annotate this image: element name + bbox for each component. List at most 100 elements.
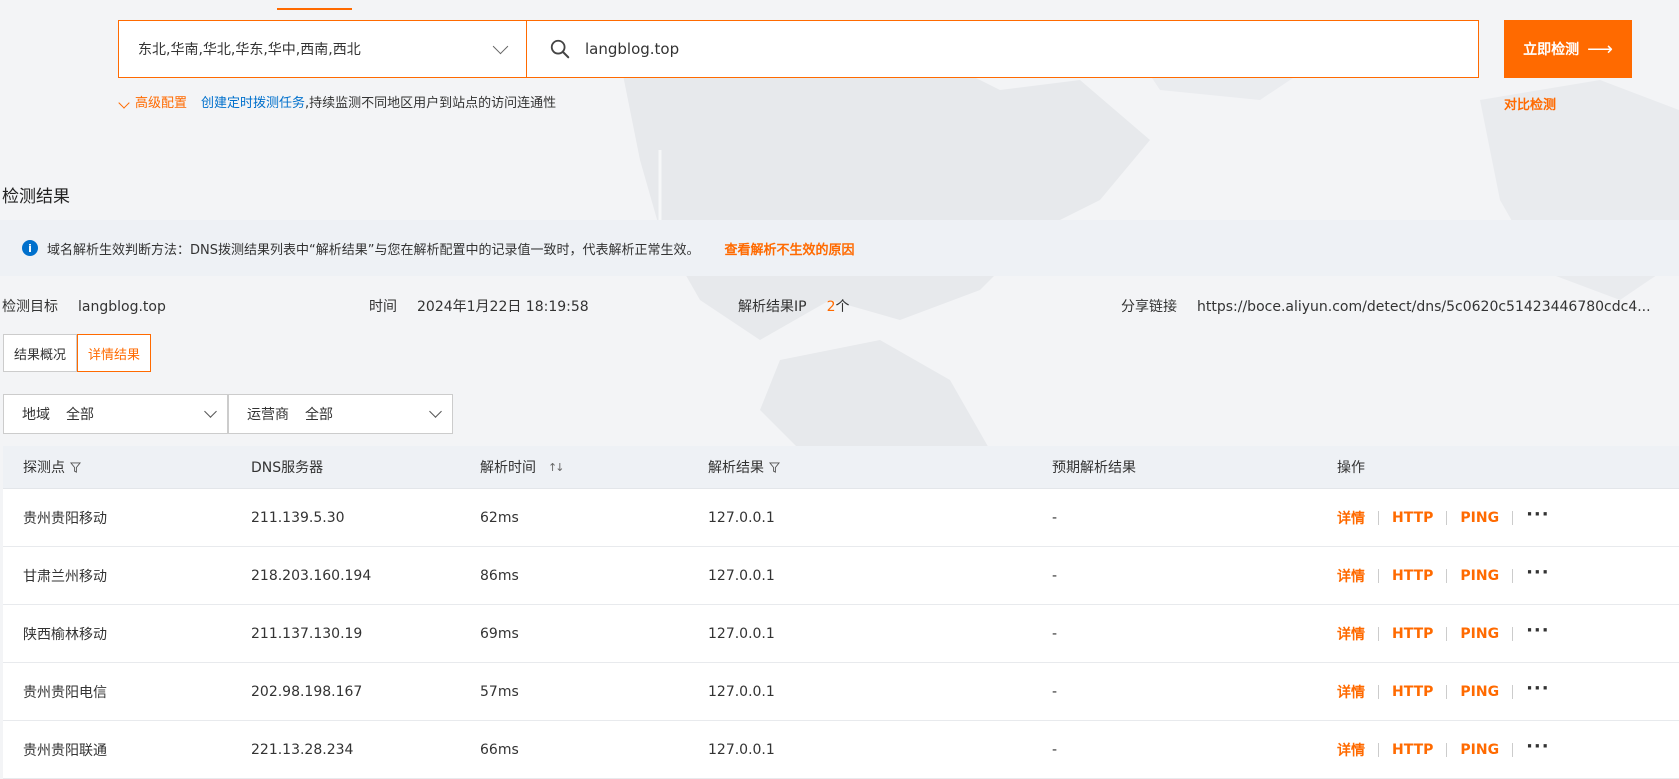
divider [1512,742,1514,757]
more-icon[interactable]: ··· [1526,504,1550,525]
more-icon[interactable]: ··· [1526,562,1550,583]
http-link[interactable]: HTTP [1392,568,1433,584]
results-section-title: 检测结果 [2,187,70,207]
compare-detect-link[interactable]: 对比检测 [1504,94,1556,113]
view-reason-link[interactable]: 查看解析不生效的原因 [724,239,854,258]
divider [1378,742,1379,757]
http-link[interactable]: HTTP [1392,510,1433,526]
filter-icon[interactable] [70,461,81,473]
detail-link[interactable]: 详情 [1337,624,1365,644]
cell-dns-server: 211.139.5.30 [251,509,345,526]
table-row: 贵州贵阳联通 221.13.28.234 66ms 127.0.0.1 - 详情… [3,721,1679,779]
meta-ip-label: 解析结果IP [738,299,807,315]
isp-filter-value: 全部 [305,407,333,423]
cell-resolve-time: 57ms [480,683,519,700]
cell-resolve-result: 127.0.0.1 [708,625,775,642]
row-actions: 详情 HTTP PING ··· [1337,721,1550,778]
filter-icon[interactable] [769,461,780,473]
tab-overview[interactable]: 结果概况 [3,334,78,372]
http-link[interactable]: HTTP [1392,626,1433,642]
divider [1378,626,1379,641]
more-icon[interactable]: ··· [1526,620,1550,641]
http-link[interactable]: HTTP [1392,684,1433,700]
isp-filter[interactable]: 运营商 全部 [228,394,453,434]
cell-dns-server: 202.98.198.167 [251,683,363,700]
divider [1512,684,1514,699]
region-filter[interactable]: 地域 全部 [3,394,228,434]
divider [1378,510,1379,525]
cell-probe: 贵州贵阳电信 [23,684,107,701]
http-link[interactable]: HTTP [1392,742,1433,758]
cell-resolve-time: 86ms [480,567,519,584]
region-select-value: 东北,华南,华北,华东,华中,西南,西北 [138,42,361,58]
divider [1446,742,1448,757]
ping-link[interactable]: PING [1460,742,1499,758]
chevron-down-icon [204,405,217,418]
detect-now-button[interactable]: 立即检测 ⟶ [1504,20,1632,78]
cell-probe: 贵州贵阳移动 [23,510,107,527]
info-icon: i [22,240,38,256]
dns-notice-banner: i 域名解析生效判断方法：DNS拨测结果列表中“解析结果”与您在解析配置中的记录… [0,220,1679,276]
row-actions: 详情 HTTP PING ··· [1337,547,1550,604]
region-filter-value: 全部 [66,407,94,423]
divider [1446,684,1448,699]
advanced-config-label: 高级配置 [135,96,188,111]
advanced-config-toggle[interactable]: 高级配置 [118,92,188,111]
cell-resolve-time: 69ms [480,625,519,642]
cell-probe: 陕西榆林移动 [23,626,107,643]
arrow-right-icon: ⟶ [1587,38,1613,60]
header-resolve-time: 解析时间 ↑↓ [480,446,565,488]
cell-expected-result: - [1052,509,1058,526]
ping-link[interactable]: PING [1460,684,1499,700]
table-header: 探测点 DNS服务器 解析时间 ↑↓ 解析结果 预期解析结果 操作 [3,446,1679,489]
divider [1512,510,1514,525]
header-resolve-result: 解析结果 [708,446,780,488]
table-row: 贵州贵阳电信 202.98.198.167 57ms 127.0.0.1 - 详… [3,663,1679,721]
meta-ip-unit: 个 [835,299,850,315]
create-task-description: ,持续监测不同地区用户到站点的访问连通性 [305,96,557,111]
cell-dns-server: 221.13.28.234 [251,741,354,758]
cell-resolve-result: 127.0.0.1 [708,509,775,526]
ping-link[interactable]: PING [1460,510,1499,526]
share-link[interactable]: https://boce.aliyun.com/detect/dns/5c062… [1197,299,1651,315]
more-icon[interactable]: ··· [1526,736,1550,757]
detail-link[interactable]: 详情 [1337,740,1365,760]
create-scheduled-task-link[interactable]: 创建定时拨测任务 [201,92,305,111]
meta-ip: 解析结果IP 2个 [738,296,850,316]
cell-expected-result: - [1052,567,1058,584]
row-actions: 详情 HTTP PING ··· [1337,605,1550,662]
notice-text: 域名解析生效判断方法：DNS拨测结果列表中“解析结果”与您在解析配置中的记录值一… [47,242,700,258]
domain-search-box[interactable] [526,20,1479,78]
header-resolve-time-label: 解析时间 [480,460,536,476]
detail-link[interactable]: 详情 [1337,566,1365,586]
meta-time-value: 2024年1月22日 18:19:58 [417,299,589,315]
meta-ip-count[interactable]: 2 [827,299,836,315]
cell-expected-result: - [1052,683,1058,700]
sort-icon[interactable]: ↑↓ [548,461,565,474]
cell-resolve-result: 127.0.0.1 [708,683,775,700]
chevron-down-icon [429,405,442,418]
ping-link[interactable]: PING [1460,568,1499,584]
isp-filter-label: 运营商 [247,407,289,423]
divider [1446,568,1448,583]
region-select[interactable]: 东北,华南,华北,华东,华中,西南,西北 [118,20,526,78]
active-tab-indicator [277,8,352,10]
more-icon[interactable]: ··· [1526,678,1550,699]
region-filter-label: 地域 [22,407,50,423]
detail-link[interactable]: 详情 [1337,682,1365,702]
cell-resolve-time: 62ms [480,509,519,526]
header-actions: 操作 [1337,460,1365,476]
header-resolve-result-label: 解析结果 [708,460,764,476]
search-icon [550,39,570,59]
table-row: 贵州贵阳移动 211.139.5.30 62ms 127.0.0.1 - 详情 … [3,489,1679,547]
detect-now-label: 立即检测 [1523,42,1580,58]
detail-link[interactable]: 详情 [1337,508,1365,528]
divider [1378,684,1379,699]
advanced-config-row: 高级配置 创建定时拨测任务 ,持续监测不同地区用户到站点的访问连通性 [118,92,557,111]
domain-input[interactable] [583,39,1447,59]
divider [1446,510,1448,525]
chevron-down-icon [118,97,130,109]
ping-link[interactable]: PING [1460,626,1499,642]
cell-expected-result: - [1052,741,1058,758]
tab-details[interactable]: 详情结果 [77,334,152,372]
